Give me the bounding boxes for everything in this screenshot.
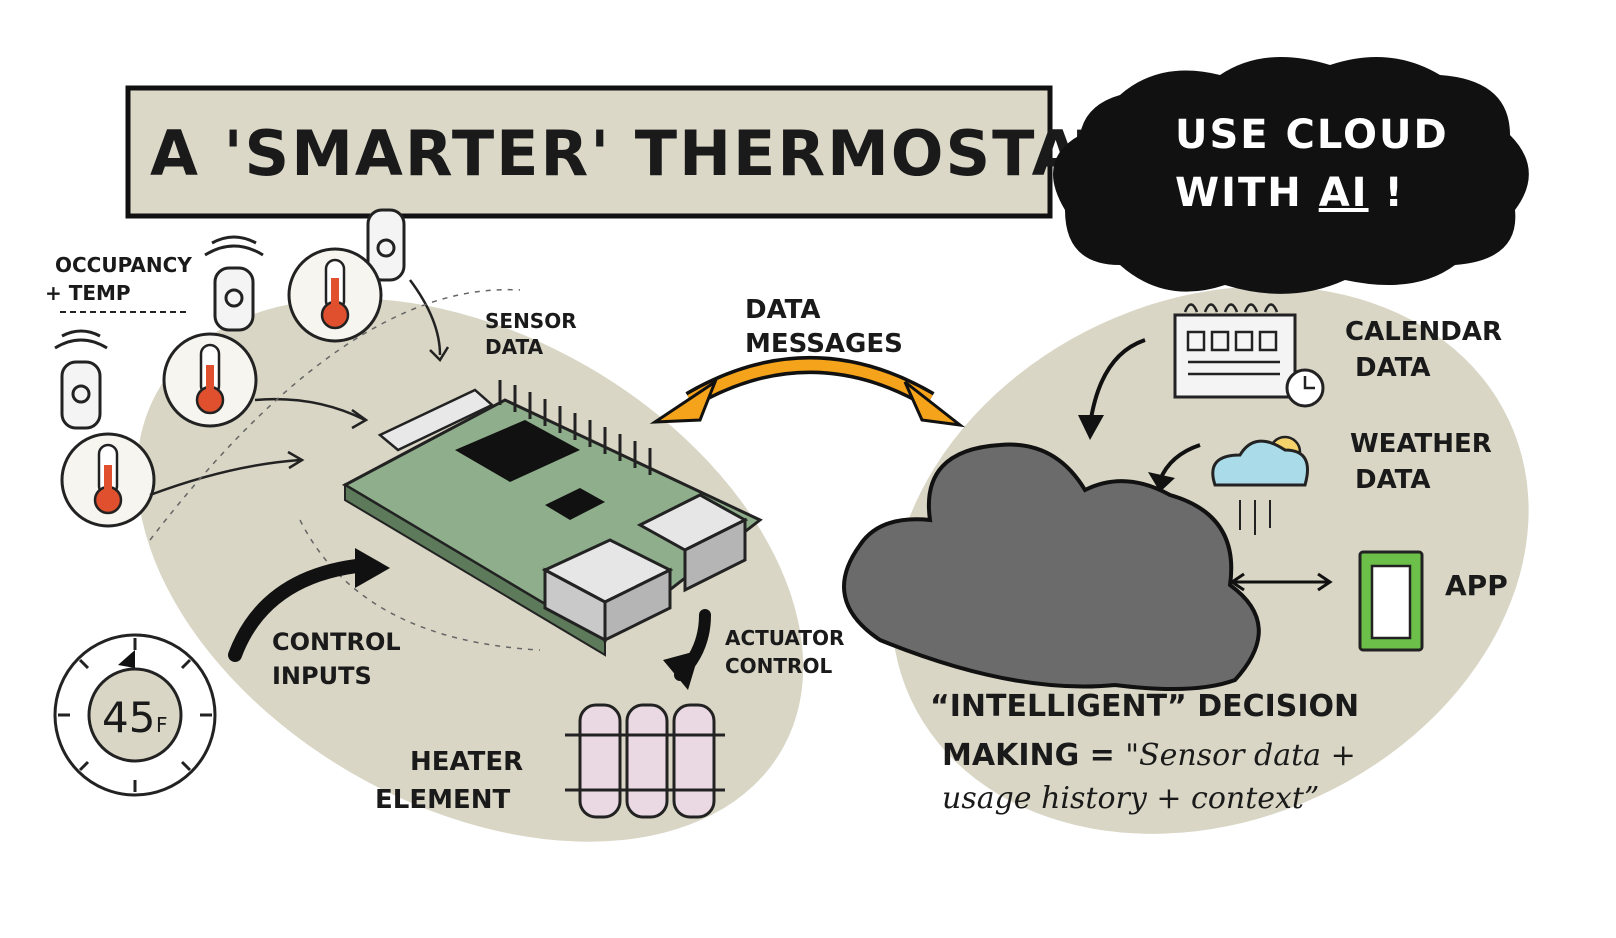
app-label: APP (1445, 569, 1508, 602)
decision-line1: “INTELLIGENT” DECISION (930, 689, 1359, 724)
dial-icon: 45 F (53, 633, 217, 797)
dial-value: 45 (102, 693, 155, 742)
occupancy-sensor-icon (204, 235, 264, 332)
heater-icon (565, 703, 725, 819)
ai-label: AI (1319, 170, 1369, 216)
data-messages-label: DATA MESSAGES (745, 295, 903, 359)
occupancy-label: OCCUPANCY + TEMP (45, 253, 199, 305)
occupancy-sensor-icon (54, 329, 108, 430)
thermometer-icon (60, 432, 156, 528)
title-box: A 'SMARTER' THERMOSTAT (125, 85, 1121, 219)
page-title: A 'SMARTER' THERMOSTAT (150, 117, 1121, 190)
callout-line2: WITH AI ! (1175, 170, 1405, 216)
calendar-icon (1173, 303, 1297, 399)
thermometer-icon (287, 247, 383, 343)
cloud-callout: USE CLOUD WITH AI ! (1053, 57, 1529, 294)
decision-line3: usage history + context” (942, 781, 1319, 816)
callout-line1: USE CLOUD (1175, 112, 1449, 158)
clock-icon (1285, 368, 1325, 408)
decision-line2: MAKING = "Sensor data + (942, 738, 1356, 773)
thermometer-icon (162, 332, 258, 428)
dial-unit: F (156, 713, 168, 737)
phone-app-icon (1358, 550, 1424, 652)
diagram-canvas: A 'SMARTER' THERMOSTAT USE CLOUD WITH AI… (45, 57, 1529, 842)
